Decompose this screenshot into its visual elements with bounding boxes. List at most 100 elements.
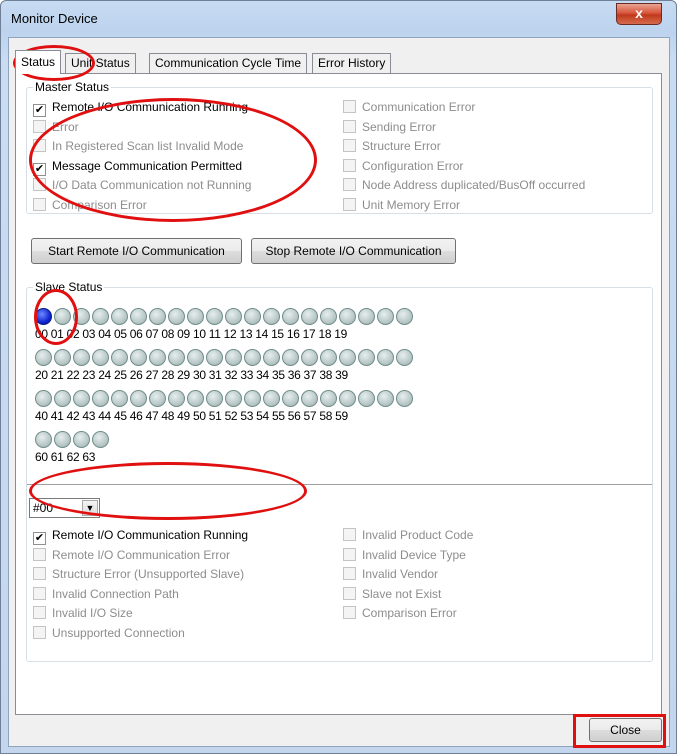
slave-led-26[interactable] xyxy=(149,349,166,366)
slave-led-22[interactable] xyxy=(73,349,90,366)
slave-led-12[interactable] xyxy=(263,308,280,325)
checkbox-box[interactable] xyxy=(343,606,356,619)
slave-led-11[interactable] xyxy=(244,308,261,325)
slave-led-10[interactable] xyxy=(225,308,242,325)
slave-led-44[interactable] xyxy=(111,390,128,407)
slave-led-06[interactable] xyxy=(149,308,166,325)
slave-led-45[interactable] xyxy=(130,390,147,407)
checkbox-remote-i-o-communication-running[interactable]: ✔ Remote I/O Communication Running xyxy=(33,528,248,545)
checkbox-remote-i-o-communication-running[interactable]: ✔ Remote I/O Communication Running xyxy=(33,100,248,117)
slave-led-13[interactable] xyxy=(282,308,299,325)
close-button[interactable]: Close xyxy=(589,718,662,742)
checkbox-invalid-connection-path[interactable]: Invalid Connection Path xyxy=(33,586,179,603)
slave-led-38[interactable] xyxy=(377,349,394,366)
slave-led-21[interactable] xyxy=(54,349,71,366)
checkbox-box[interactable] xyxy=(343,119,356,133)
slave-led-50[interactable] xyxy=(225,390,242,407)
slave-led-07[interactable] xyxy=(168,308,185,325)
slave-led-37[interactable] xyxy=(358,349,375,366)
checkbox-box[interactable] xyxy=(343,586,356,600)
checkbox-sending-error[interactable]: Sending Error xyxy=(343,119,436,136)
slave-led-41[interactable] xyxy=(54,390,71,407)
slave-led-17[interactable] xyxy=(358,308,375,325)
slave-led-30[interactable] xyxy=(225,349,242,366)
checkbox-in-registered-scan-list-invalid-mode[interactable]: In Registered Scan list Invalid Mode xyxy=(33,139,243,155)
slave-led-00[interactable] xyxy=(35,308,52,325)
slave-led-36[interactable] xyxy=(339,349,356,366)
slave-led-58[interactable] xyxy=(377,390,394,407)
tab-communication-cycle-time[interactable]: Communication Cycle Time xyxy=(149,53,308,73)
checkbox-box[interactable] xyxy=(343,197,356,211)
checkbox-error[interactable]: Error xyxy=(33,119,79,136)
slave-led-14[interactable] xyxy=(301,308,318,325)
checkbox-box[interactable] xyxy=(343,100,356,113)
slave-led-31[interactable] xyxy=(244,349,261,366)
checkbox-box[interactable] xyxy=(33,547,46,561)
slave-led-03[interactable] xyxy=(92,308,109,325)
slave-led-46[interactable] xyxy=(149,390,166,407)
checkbox-communication-error[interactable]: Communication Error xyxy=(343,100,475,116)
slave-led-18[interactable] xyxy=(377,308,394,325)
checkbox-box[interactable] xyxy=(33,625,46,639)
slave-led-08[interactable] xyxy=(187,308,204,325)
slave-led-09[interactable] xyxy=(206,308,223,325)
slave-led-47[interactable] xyxy=(168,390,185,407)
checkbox-box[interactable] xyxy=(33,586,46,600)
checkbox-node-address-duplicated-busoff-occurred[interactable]: Node Address duplicated/BusOff occurred xyxy=(343,178,585,194)
checkbox-box[interactable] xyxy=(33,567,46,580)
checkbox-comparison-error[interactable]: Comparison Error xyxy=(33,197,147,214)
slave-led-15[interactable] xyxy=(320,308,337,325)
start-remote-io-button[interactable]: Start Remote I/O Communication xyxy=(31,238,242,264)
slave-led-56[interactable] xyxy=(339,390,356,407)
checkmark-icon[interactable]: ✔ xyxy=(33,162,46,176)
checkbox-box[interactable] xyxy=(33,606,46,619)
checkbox-box[interactable] xyxy=(343,547,356,561)
checkbox-comparison-error[interactable]: Comparison Error xyxy=(343,606,457,622)
checkbox-box[interactable] xyxy=(343,158,356,172)
slave-led-25[interactable] xyxy=(130,349,147,366)
slave-led-42[interactable] xyxy=(73,390,90,407)
checkmark-icon[interactable]: ✔ xyxy=(33,532,46,545)
checkbox-configuration-error[interactable]: Configuration Error xyxy=(343,158,463,175)
slave-led-55[interactable] xyxy=(320,390,337,407)
slave-led-48[interactable] xyxy=(187,390,204,407)
slave-led-54[interactable] xyxy=(301,390,318,407)
slave-led-59[interactable] xyxy=(396,390,413,407)
slave-led-19[interactable] xyxy=(396,308,413,325)
slave-led-43[interactable] xyxy=(92,390,109,407)
checkbox-invalid-device-type[interactable]: Invalid Device Type xyxy=(343,547,466,564)
slave-led-63[interactable] xyxy=(92,431,109,448)
slave-led-16[interactable] xyxy=(339,308,356,325)
tab-error-history[interactable]: Error History xyxy=(312,53,392,73)
checkbox-remote-i-o-communication-error[interactable]: Remote I/O Communication Error xyxy=(33,547,230,564)
checkbox-message-communication-permitted[interactable]: ✔ Message Communication Permitted xyxy=(33,159,242,176)
slave-led-62[interactable] xyxy=(73,431,90,448)
tab-unit-status[interactable]: Unit Status xyxy=(65,53,136,73)
checkbox-structure-error[interactable]: Structure Error xyxy=(343,139,441,155)
slave-led-51[interactable] xyxy=(244,390,261,407)
title-bar[interactable]: Monitor Device x xyxy=(1,1,676,37)
checkbox-box[interactable] xyxy=(33,119,46,133)
chevron-down-icon[interactable]: ▼ xyxy=(82,500,98,516)
slave-led-32[interactable] xyxy=(263,349,280,366)
slave-led-61[interactable] xyxy=(54,431,71,448)
checkbox-box[interactable] xyxy=(343,567,356,580)
slave-led-49[interactable] xyxy=(206,390,223,407)
slave-led-28[interactable] xyxy=(187,349,204,366)
slave-led-23[interactable] xyxy=(92,349,109,366)
slave-led-57[interactable] xyxy=(358,390,375,407)
checkbox-invalid-product-code[interactable]: Invalid Product Code xyxy=(343,528,473,544)
slave-led-04[interactable] xyxy=(111,308,128,325)
checkbox-invalid-vendor[interactable]: Invalid Vendor xyxy=(343,567,438,583)
slave-led-34[interactable] xyxy=(301,349,318,366)
checkbox-slave-not-exist[interactable]: Slave not Exist xyxy=(343,586,441,603)
checkbox-box[interactable] xyxy=(33,197,46,211)
slave-led-53[interactable] xyxy=(282,390,299,407)
slave-led-27[interactable] xyxy=(168,349,185,366)
slave-led-39[interactable] xyxy=(396,349,413,366)
checkbox-box[interactable] xyxy=(343,528,356,541)
checkbox-structure-error-unsupported-slave[interactable]: Structure Error (Unsupported Slave) xyxy=(33,567,244,583)
checkbox-unit-memory-error[interactable]: Unit Memory Error xyxy=(343,197,460,214)
slave-led-40[interactable] xyxy=(35,390,52,407)
checkbox-box[interactable] xyxy=(33,178,46,191)
